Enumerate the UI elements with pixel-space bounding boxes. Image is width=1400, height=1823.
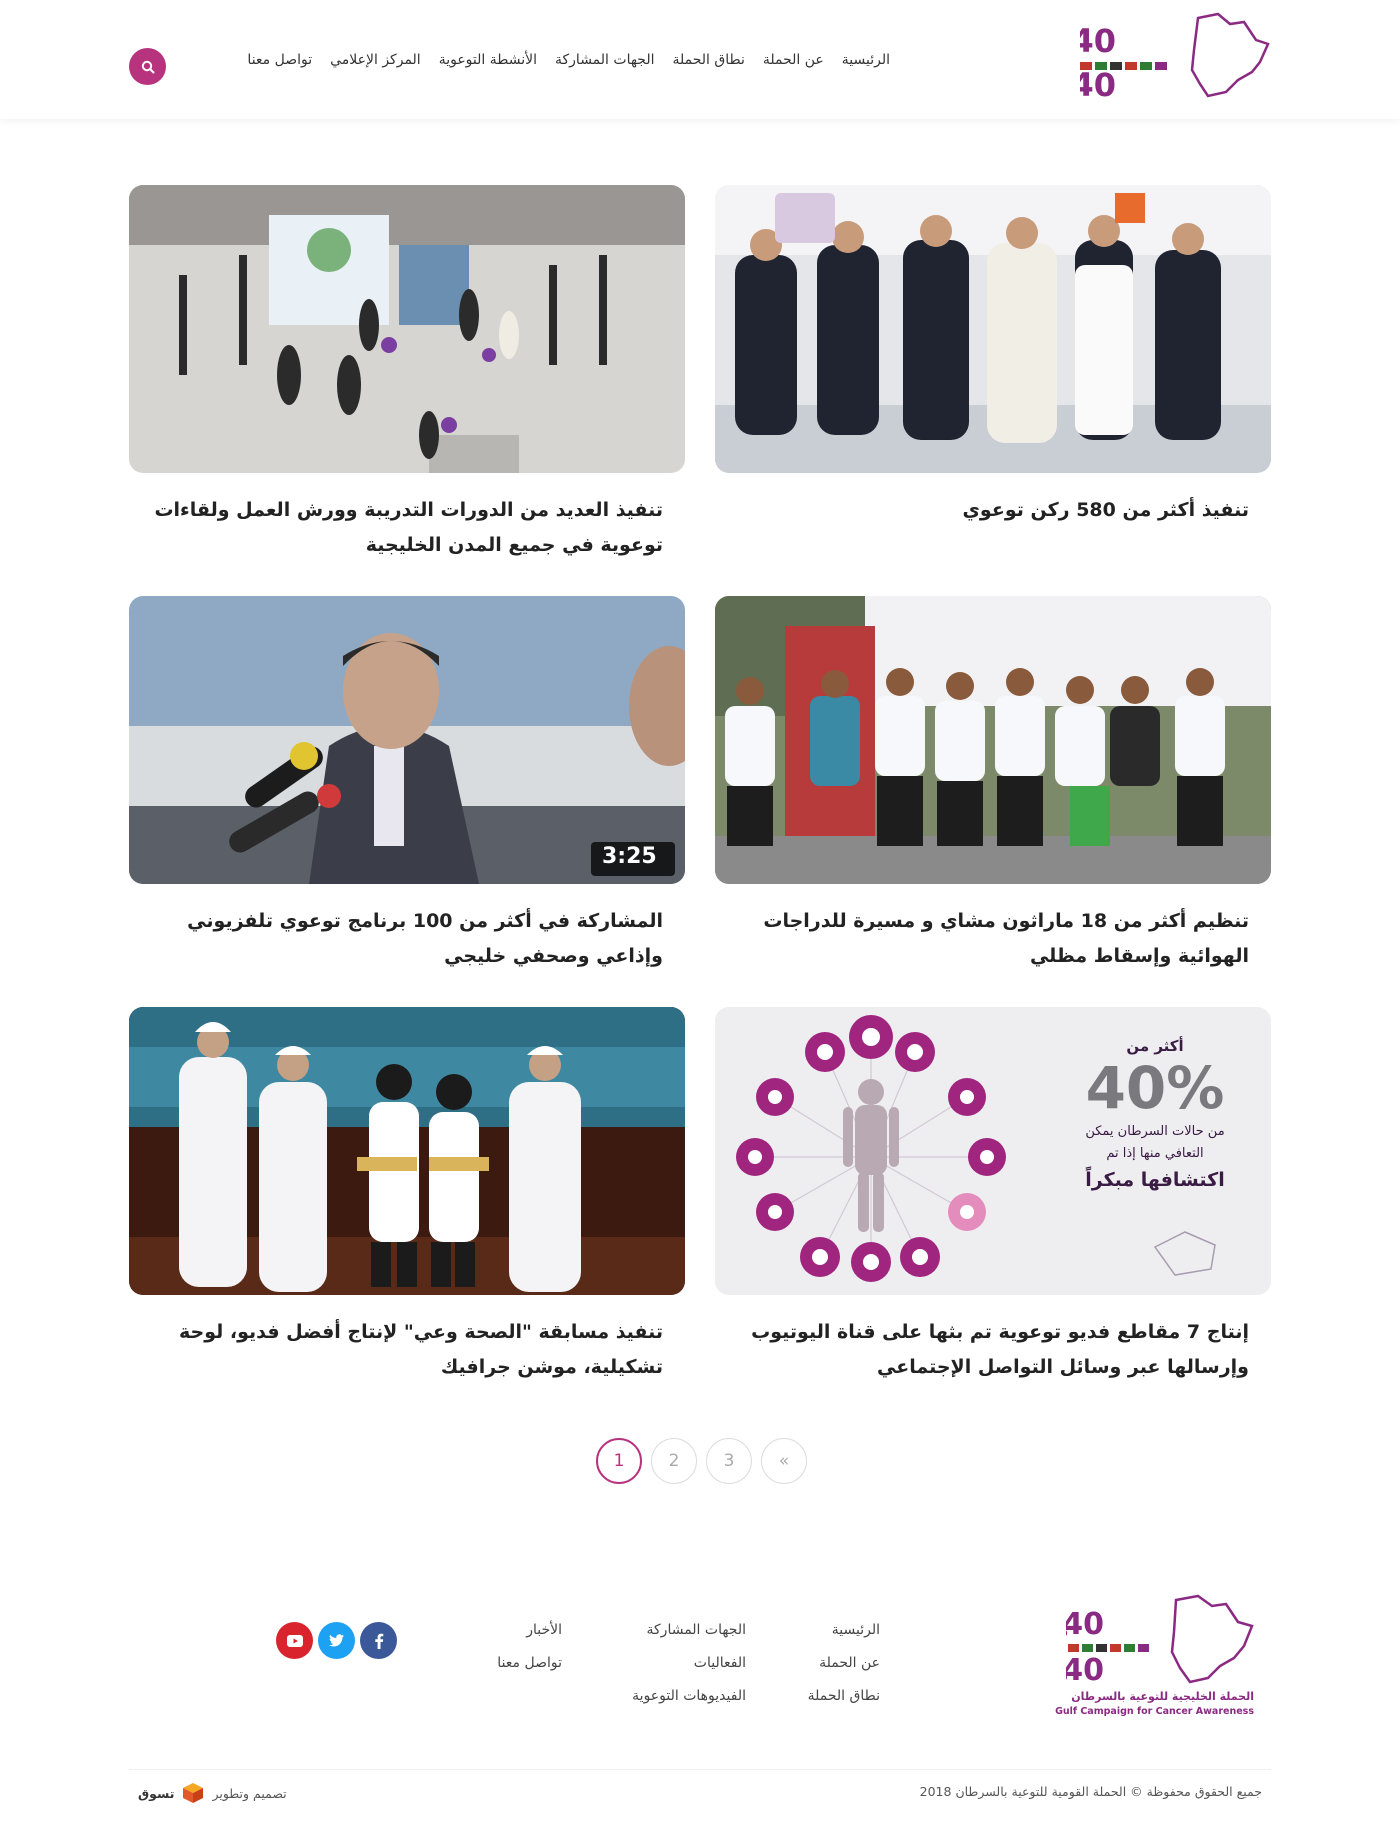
card-image[interactable]: أكثر من 40% من حالات السرطان يمكن التعاف… — [715, 1007, 1271, 1295]
facebook-icon — [374, 1633, 383, 1649]
footer-link-about[interactable]: عن الحملة — [808, 1655, 880, 1671]
page-2-button[interactable]: 2 — [651, 1438, 697, 1484]
tv-interview-photo — [129, 596, 685, 884]
card-image[interactable] — [715, 185, 1271, 473]
activity-card[interactable]: أكثر من 40% من حالات السرطان يمكن التعاف… — [715, 1007, 1271, 1385]
footer-link-events[interactable]: الفعاليات — [632, 1655, 746, 1671]
infographic-line-4: اكتشافها مبكراً — [1085, 1169, 1225, 1191]
footer-link-news[interactable]: الأخبار — [497, 1622, 562, 1638]
card-image[interactable]: 3:25 — [129, 596, 685, 884]
card-title[interactable]: المشاركة في أكثر من 100 برنامج توعوي تلف… — [129, 904, 685, 974]
footer-links-col-1: الرئيسية عن الحملة نطاق الحملة — [808, 1622, 880, 1704]
footer-link-partners[interactable]: الجهات المشاركة — [632, 1622, 746, 1638]
youtube-button[interactable] — [276, 1622, 313, 1659]
card-image[interactable] — [715, 596, 1271, 884]
developer-credit[interactable]: تصميم وتطوير تسوق — [138, 1782, 287, 1804]
infographic-line-2: من حالات السرطان يمكن — [1085, 1124, 1225, 1139]
site-logo[interactable]: 40 40 وقاية شفاء — [1052, 10, 1272, 104]
footer-logo-arabic: الحملة الخليجية للتوعية بالسرطان — [1071, 1690, 1254, 1703]
footer-links-col-2: الجهات المشاركة الفعاليات الفيديوهات الت… — [632, 1622, 746, 1704]
svg-text:شفاء: شفاء — [1066, 1669, 1068, 1683]
footer-divider — [129, 1769, 1271, 1770]
search-icon — [141, 60, 154, 73]
footer-link-home[interactable]: الرئيسية — [808, 1622, 880, 1638]
nav-home[interactable]: الرئيسية — [842, 52, 890, 68]
social-links — [276, 1622, 397, 1659]
mall-event-photo — [129, 185, 685, 473]
footer-link-contact[interactable]: تواصل معنا — [497, 1655, 562, 1671]
copyright-text: جميع الحقوق محفوظة © الحملة القومية للتو… — [919, 1784, 1262, 1799]
video-duration: 3:25 — [602, 844, 657, 869]
infographic-line-1: أكثر من — [1126, 1037, 1184, 1055]
main-nav: الرئيسية عن الحملة نطاق الحملة الجهات ال… — [247, 52, 890, 68]
twitter-icon — [329, 1634, 344, 1647]
footer-logo[interactable]: 40 40 وقاية شفاء الحملة الخليجية للتوعية… — [1043, 1592, 1262, 1722]
search-button[interactable] — [129, 48, 166, 85]
footer-logo-english: Gulf Campaign for Cancer Awareness — [1055, 1706, 1254, 1717]
credit-label: تصميم وتطوير — [212, 1785, 287, 1801]
page-3-button[interactable]: 3 — [706, 1438, 752, 1484]
logo-graphic: 40 40 وقاية شفاء — [1052, 12, 1270, 104]
svg-text:40: 40 — [1080, 66, 1116, 102]
activity-card[interactable]: تنفيذ مسابقة "الصحة وعي" لإنتاج أفضل فدي… — [129, 1007, 685, 1385]
card-title[interactable]: تنظيم أكثر من 18 ماراثون مشاي و مسيرة لل… — [715, 904, 1271, 974]
activity-card[interactable]: تنفيذ أكثر من 580 ركن توعوي — [715, 185, 1271, 528]
nav-contact[interactable]: تواصل معنا — [247, 52, 312, 68]
marathon-group-photo — [715, 596, 1271, 884]
booth-team-photo — [715, 185, 1271, 473]
card-image[interactable] — [129, 185, 685, 473]
card-title[interactable]: إنتاج 7 مقاطع فديو توعوية تم بثها على قن… — [715, 1315, 1271, 1385]
nav-about[interactable]: عن الحملة — [763, 52, 824, 68]
infographic-line-3: التعافي منها إذا تم — [1106, 1146, 1204, 1161]
site-header: 40 40 وقاية شفاء الرئيسية عن الحملة نطاق… — [0, 0, 1400, 119]
activity-card[interactable]: تنظيم أكثر من 18 ماراثون مشاي و مسيرة لل… — [715, 596, 1271, 974]
activity-card[interactable]: تنفيذ العديد من الدورات التدريبة وورش ال… — [129, 185, 685, 563]
youtube-icon — [286, 1634, 303, 1647]
footer-link-scope[interactable]: نطاق الحملة — [808, 1688, 880, 1704]
svg-text:40: 40 — [1066, 1653, 1104, 1688]
twitter-button[interactable] — [318, 1622, 355, 1659]
next-page-button[interactable]: » — [761, 1438, 807, 1484]
nav-media-center[interactable]: المركز الإعلامي — [330, 52, 421, 68]
card-title[interactable]: تنفيذ أكثر من 580 ركن توعوي — [715, 493, 1271, 528]
footer-links-col-3: الأخبار تواصل معنا — [497, 1622, 562, 1671]
infographic-percent: 40% — [1085, 1054, 1225, 1122]
card-image[interactable] — [129, 1007, 685, 1295]
pagination: 1 2 3 » — [596, 1438, 807, 1484]
svg-text:وقاية: وقاية — [1066, 1623, 1068, 1638]
facebook-button[interactable] — [360, 1622, 397, 1659]
award-ceremony-photo — [129, 1007, 685, 1295]
activity-card[interactable]: 3:25 المشاركة في أكثر من 100 برنامج توعو… — [129, 596, 685, 974]
footer-link-videos[interactable]: الفيديوهات التوعوية — [632, 1688, 746, 1704]
infographic-text: أكثر من 40% من حالات السرطان يمكن التعاف… — [1055, 1037, 1255, 1195]
svg-text:40: 40 — [1066, 1607, 1104, 1642]
svg-text:40: 40 — [1080, 22, 1116, 60]
page-1-button[interactable]: 1 — [596, 1438, 642, 1484]
nav-activities[interactable]: الأنشطة التوعوية — [439, 52, 537, 68]
nav-partners[interactable]: الجهات المشاركة — [555, 52, 654, 68]
credit-brand: تسوق — [138, 1785, 175, 1801]
card-title[interactable]: تنفيذ العديد من الدورات التدريبة وورش ال… — [129, 493, 685, 563]
card-title[interactable]: تنفيذ مسابقة "الصحة وعي" لإنتاج أفضل فدي… — [129, 1315, 685, 1385]
nav-scope[interactable]: نطاق الحملة — [672, 52, 744, 68]
tasawq-logo-icon — [183, 1783, 204, 1803]
